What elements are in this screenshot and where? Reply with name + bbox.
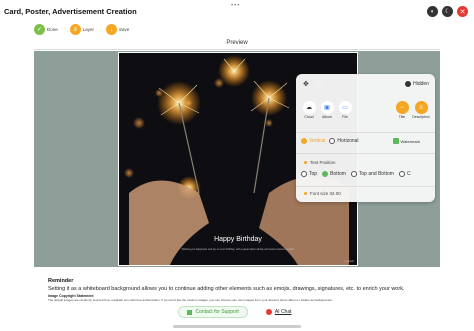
card-credit: unsplash <box>343 260 354 263</box>
reminder-text: Setting it as a whiteboard background al… <box>48 286 405 292</box>
tool-title[interactable]: − Title <box>395 101 409 119</box>
support-icon <box>187 309 193 315</box>
watermark-label: Watermark <box>400 138 420 144</box>
position-top-label: Top <box>309 171 318 177</box>
tool-album-label: Album <box>322 115 332 119</box>
action-bar: ✓ Done ≡ Layer ↓ Save <box>34 24 129 35</box>
tool-cloud[interactable]: ☁ Cloud <box>302 101 316 119</box>
text-position-row: Top Bottom Top and Bottom C <box>301 171 411 177</box>
position-top[interactable]: Top <box>301 171 317 177</box>
close-icon[interactable]: ✕ <box>457 6 468 17</box>
font-size-header[interactable]: Font size 34.00 <box>304 191 341 196</box>
radio <box>301 171 307 177</box>
theme-icon[interactable]: ☾ <box>442 6 453 17</box>
layer-icon: ≡ <box>69 24 81 35</box>
orientation-horizontal-label: Horizonal <box>337 138 359 144</box>
radio-selected <box>301 138 307 144</box>
layer-button[interactable]: ≡ Layer <box>69 24 95 35</box>
eye-icon <box>405 81 412 87</box>
reminder-title: Reminder <box>48 278 74 284</box>
position-center[interactable]: C <box>398 171 411 177</box>
card-title[interactable]: Happy Birthday <box>119 236 357 243</box>
tool-file-label: File <box>342 115 348 119</box>
bullet-icon <box>304 192 307 195</box>
home-indicator <box>173 325 301 328</box>
divider <box>296 186 435 187</box>
text-tools: − Title ≡ Description <box>395 101 430 119</box>
ai-chat-button[interactable]: AI Chat <box>262 306 296 318</box>
preview-label: Preview <box>226 40 248 46</box>
radio <box>398 171 405 177</box>
watermark-toggle[interactable]: Watermark <box>392 138 420 144</box>
ai-chat-label: AI Chat <box>274 309 292 315</box>
tool-description[interactable]: ≡ Description <box>412 101 430 119</box>
tool-file[interactable]: ▭ File <box>338 101 352 119</box>
page-title: Card, Poster, Advertisement Creation <box>4 7 137 16</box>
layer-label: Layer <box>82 27 95 32</box>
divider <box>296 153 435 154</box>
settings-icon[interactable]: ◐ <box>427 6 438 17</box>
tool-cloud-label: Cloud <box>304 115 314 119</box>
tool-description-label: Description <box>412 115 430 119</box>
position-center-label: C <box>406 171 411 177</box>
ai-chat-icon <box>265 309 272 315</box>
position-bottom-label: Bottom <box>330 171 346 177</box>
font-size-label: Font size 34.00 <box>310 191 341 196</box>
text-position-header: Text Position <box>304 160 336 165</box>
orientation-horizontal[interactable]: Horizonal <box>329 138 359 144</box>
orientation-vertical-label: Vertical <box>309 138 326 144</box>
radio <box>329 138 336 144</box>
bullet-icon <box>304 161 307 164</box>
window-controls: ◐ ☾ ✕ <box>427 6 468 17</box>
orientation-row: Vertical Horizonal Watermark <box>301 138 420 144</box>
move-icon[interactable]: ✥ <box>303 80 309 88</box>
bottom-actions: Contact for Support AI Chat <box>0 306 474 318</box>
divider <box>296 132 435 133</box>
save-button[interactable]: ↓ Save <box>106 24 129 35</box>
save-icon: ↓ <box>106 24 118 35</box>
text-position-label: Text Position <box>310 160 336 165</box>
description-icon: ≡ <box>414 101 428 114</box>
tool-album[interactable]: ▣ Album <box>320 101 334 119</box>
album-icon: ▣ <box>320 101 334 114</box>
file-icon: ▭ <box>338 101 352 114</box>
hidden-toggle[interactable]: Hidden <box>405 81 429 87</box>
position-bottom[interactable]: Bottom <box>322 171 346 177</box>
save-label: Save <box>119 27 130 32</box>
settings-panel: ✥ Hidden ☁ Cloud ▣ Album ▭ File − Title … <box>296 74 435 202</box>
title-icon: − <box>395 101 409 114</box>
position-top-and-bottom-label: Top and Bottom <box>358 171 394 177</box>
hidden-label: Hidden <box>413 81 429 87</box>
tool-title-label: Title <box>398 115 406 119</box>
check-icon: ✓ <box>34 24 45 35</box>
cloud-icon: ☁ <box>302 101 316 114</box>
source-tools: ☁ Cloud ▣ Album ▭ File <box>302 101 352 119</box>
radio-selected <box>322 171 329 177</box>
done-button[interactable]: ✓ Done <box>34 24 58 35</box>
contact-support-button[interactable]: Contact for Support <box>178 306 248 318</box>
checkbox-checked <box>392 138 399 144</box>
window-handle[interactable]: ••• <box>231 3 240 9</box>
orientation-vertical[interactable]: Vertical <box>301 138 325 144</box>
contact-support-label: Contact for Support <box>195 309 239 315</box>
divider <box>34 49 440 50</box>
position-top-and-bottom[interactable]: Top and Bottom <box>350 171 394 177</box>
copyright-text: The default images are randomly sourced … <box>48 298 333 302</box>
radio <box>350 171 357 177</box>
done-label: Done <box>47 27 58 32</box>
card-subtitle[interactable]: Wishing you happiness and joy on your bi… <box>119 248 357 251</box>
